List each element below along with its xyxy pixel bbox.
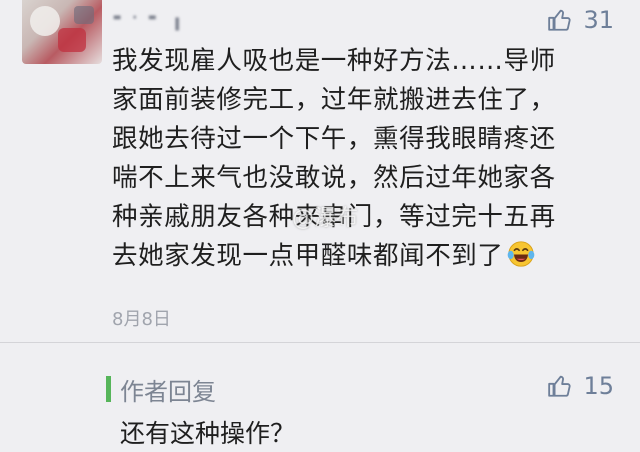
- comment-line: 种亲戚朋友各种来串门，等过完十五再: [112, 202, 556, 232]
- thumbs-up-icon: [548, 375, 572, 397]
- comment-line: 我发现雇人吸也是一种好方法……导师: [112, 46, 556, 76]
- comment-line: 喘不上来气也没敢说，然后过年她家各: [112, 163, 556, 193]
- author-reply-text: 还有这种操作？: [120, 419, 296, 448]
- reply-like-count: 15: [583, 372, 614, 400]
- avatar[interactable]: [22, 0, 102, 64]
- avatar-blur-3: [74, 6, 94, 24]
- username[interactable]: ╸·╺ ╻: [114, 6, 188, 32]
- avatar-blur-1: [30, 6, 60, 36]
- laughing-tears-emoji-icon: [507, 241, 534, 267]
- comment-like-count: 31: [583, 6, 614, 34]
- comment-line: 家面前装修完工，过年就搬进去住了，: [112, 85, 556, 115]
- author-reply-marker: [106, 376, 111, 402]
- comment-line: 跟她去待过一个下午，熏得我眼睛疼还: [112, 124, 556, 154]
- author-reply-label: 作者回复: [120, 378, 216, 406]
- comment-text: 我发现雇人吸也是一种好方法……导师 家面前装修完工，过年就搬进去住了， 跟她去待…: [112, 42, 612, 276]
- reply-like-button[interactable]: 15: [547, 372, 614, 400]
- comment-like-button[interactable]: 31: [547, 6, 614, 34]
- comment-line-last: 去她家发现一点甲醛味都闻不到了: [112, 237, 612, 276]
- thumbs-up-icon: [548, 9, 572, 31]
- watermark: @瀑布: [292, 206, 359, 231]
- divider: [0, 342, 640, 343]
- avatar-blur-2: [58, 28, 86, 52]
- comment-line: 去她家发现一点甲醛味都闻不到了: [112, 241, 504, 271]
- comment-date: 8月8日: [112, 309, 171, 330]
